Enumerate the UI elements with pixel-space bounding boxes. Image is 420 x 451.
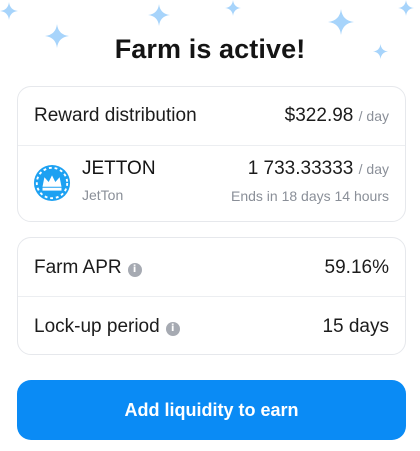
sparkle-icon [0,2,18,20]
lockup-label: Lock-up period [34,316,160,337]
farm-apr-value: 59.16% [324,257,389,278]
sparkle-icon [398,0,414,16]
lockup-value: 15 days [322,316,389,337]
lockup-row: Lock-up period i 15 days [18,297,405,355]
farm-apr-row: Farm APR i 59.16% [18,238,405,296]
token-row: JETTON JetTon 1 733.33333 / day Ends in … [18,146,405,222]
token-symbol: JETTON [82,158,156,179]
add-liquidity-button[interactable]: Add liquidity to earn [17,380,406,440]
reward-distribution-value: $322.98 / day [285,105,389,127]
reward-amount: $322.98 [284,105,354,126]
reward-card: Reward distribution $322.98 / day JETTON… [17,86,406,222]
sparkle-icon [225,0,241,16]
token-amount: 1 733.33333 [247,158,354,179]
reward-unit: / day [358,108,389,124]
crown-logo-icon [33,164,71,202]
token-name: JetTon [82,187,124,203]
reward-distribution-row: Reward distribution $322.98 / day [18,87,405,145]
info-icon[interactable]: i [127,263,142,277]
page-title: Farm is active! [114,34,306,64]
info-icon[interactable]: i [165,322,180,336]
token-amount-value: 1 733.33333 / day [248,158,389,180]
farm-apr-label: Farm APR [34,257,122,278]
token-unit: / day [358,161,389,177]
reward-distribution-label: Reward distribution [34,105,197,126]
sparkle-icon [328,9,354,35]
lockup-label-wrap: Lock-up period i [34,316,180,338]
sparkle-icon [148,4,170,26]
farm-stats-card: Farm APR i 59.16% Lock-up period i 15 days [17,237,406,355]
farm-ends-text: Ends in 18 days 14 hours [231,188,389,204]
farm-apr-label-wrap: Farm APR i [34,257,142,279]
